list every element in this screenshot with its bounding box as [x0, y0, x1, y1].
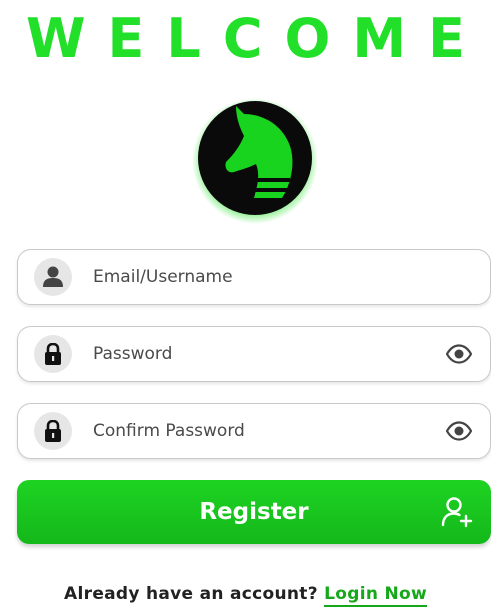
password-field[interactable]: [17, 326, 491, 382]
lock-icon: [34, 335, 72, 373]
confirm-password-field[interactable]: [17, 403, 491, 459]
confirm-password-input[interactable]: [93, 404, 433, 458]
horse-logo-icon: [192, 98, 318, 224]
welcome-title: WELCOME: [25, 7, 488, 70]
add-user-icon: [441, 497, 473, 528]
login-prompt: Already have an account? Login Now: [0, 584, 491, 607]
login-now-link[interactable]: Login Now: [324, 584, 427, 607]
user-icon: [34, 258, 72, 296]
eye-icon[interactable]: [446, 344, 472, 364]
register-button[interactable]: Register: [17, 480, 491, 544]
password-input[interactable]: [93, 327, 433, 381]
eye-icon[interactable]: [446, 421, 472, 441]
email-field[interactable]: [17, 249, 491, 305]
login-prompt-text: Already have an account?: [64, 584, 318, 604]
lock-icon: [34, 412, 72, 450]
register-button-label: Register: [199, 499, 309, 525]
email-input[interactable]: [93, 250, 433, 304]
